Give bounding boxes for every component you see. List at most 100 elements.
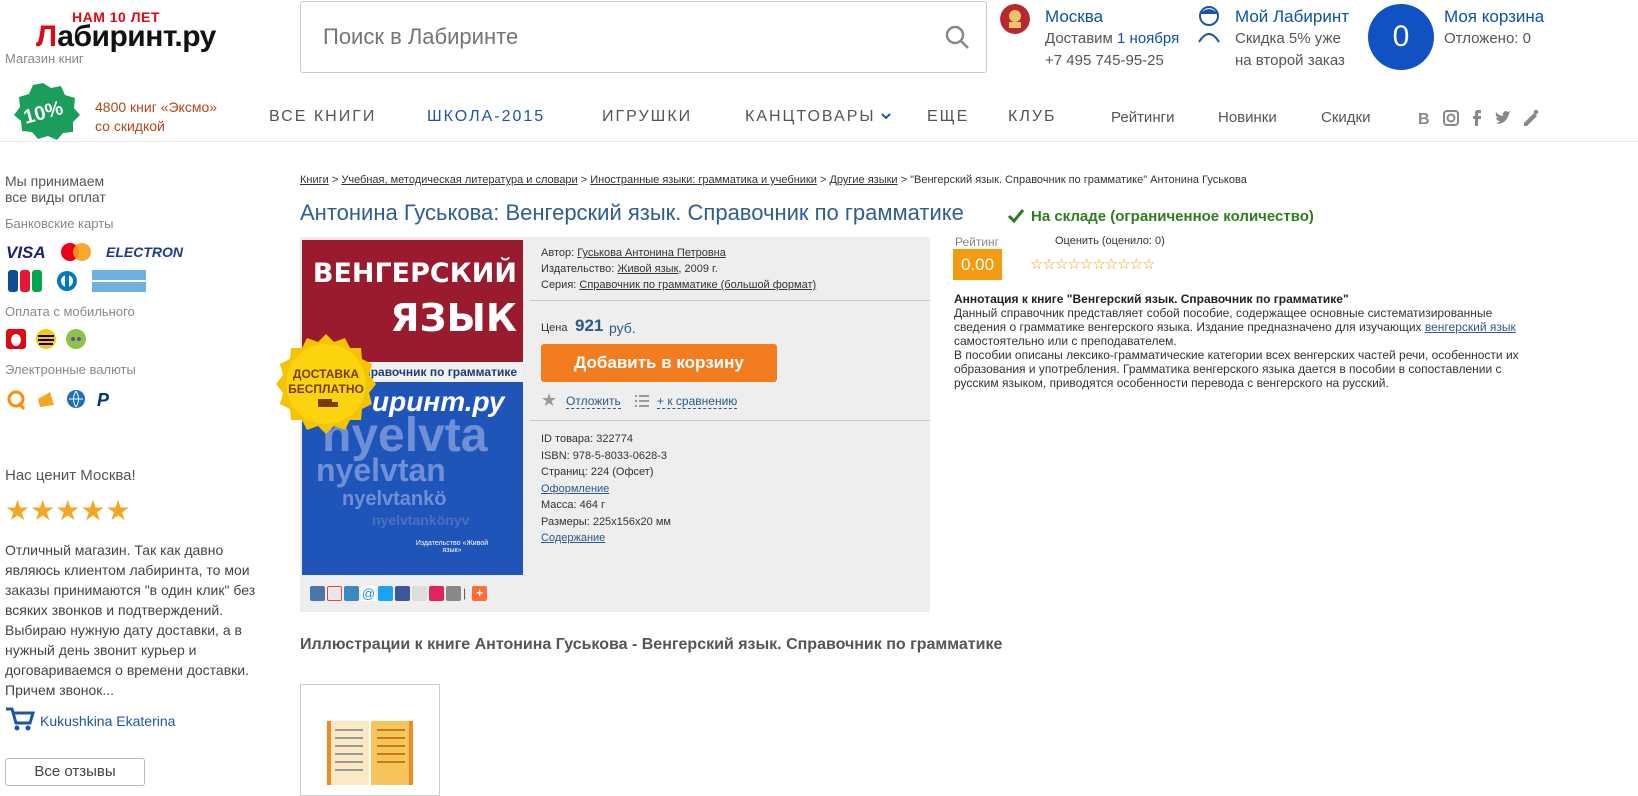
price-label: Цена bbox=[541, 322, 568, 334]
product-size: Размеры: 225x156x20 мм bbox=[541, 515, 671, 528]
logo-text: абиринт.ру bbox=[57, 20, 216, 53]
breadcrumb-current: "Венгерский язык. Справочник по граммати… bbox=[910, 174, 1247, 186]
seal-line1: ДОСТАВКА bbox=[293, 367, 359, 381]
cover-publisher: Издательство «Живой язык» bbox=[415, 540, 489, 554]
free-delivery-seal-icon: ДОСТАВКА БЕСПЛАТНО bbox=[276, 334, 376, 434]
compare-list-icon[interactable] bbox=[635, 394, 649, 407]
livejournal-share-icon[interactable] bbox=[327, 586, 342, 602]
rating-label: Рейтинг bbox=[955, 235, 1000, 249]
my-labirint-icon[interactable] bbox=[1195, 4, 1223, 44]
moscow-emblem-icon bbox=[1000, 4, 1030, 34]
product-weight: Масса: 464 г bbox=[541, 499, 606, 511]
add-to-cart-button[interactable]: Добавить в корзину bbox=[541, 344, 777, 382]
diners-club-icon bbox=[57, 271, 77, 291]
svg-text:B: B bbox=[1418, 111, 1430, 127]
star-icon: ★ bbox=[80, 495, 106, 526]
cart-count[interactable]: 0 bbox=[1368, 4, 1434, 70]
series-link[interactable]: Справочник по грамматике (большой формат… bbox=[579, 279, 816, 291]
design-link[interactable]: Оформление bbox=[541, 481, 671, 498]
postpone-link[interactable]: Отложить bbox=[566, 394, 621, 409]
nav-club[interactable]: КЛУБ bbox=[1008, 108, 1056, 126]
search-icon[interactable] bbox=[944, 24, 970, 50]
vk-icon[interactable]: B bbox=[1416, 109, 1434, 127]
illustrations-title: Иллюстрации к книге Антонина Гуськова - … bbox=[300, 636, 1003, 653]
logo-subtitle: Магазин книг bbox=[5, 51, 84, 66]
series-label: Серия: bbox=[541, 279, 577, 291]
site-logo[interactable]: Лабиринт.ру bbox=[36, 20, 216, 54]
seal-line2: БЕСПЛАТНО bbox=[288, 382, 364, 396]
nav-more[interactable]: ЕЩЕ bbox=[927, 108, 969, 126]
qiwi-icon bbox=[7, 390, 26, 410]
email-share-icon[interactable] bbox=[446, 586, 461, 602]
pen-icon[interactable] bbox=[1522, 109, 1540, 127]
breadcrumb-foreign-languages[interactable]: Иностранные языки: грамматика и учебники bbox=[590, 174, 817, 186]
favorites-share-icon[interactable] bbox=[429, 586, 444, 602]
my-labirint-link[interactable]: Мой Лабиринт bbox=[1235, 6, 1349, 28]
annotation-text: Данный справочник представляет собой пос… bbox=[954, 306, 1534, 390]
publisher-label: Издательство: bbox=[541, 263, 615, 275]
city-link[interactable]: Москва bbox=[1045, 6, 1179, 28]
author-link[interactable]: Гуськова Антонина Петровна bbox=[577, 247, 726, 259]
annotation-link[interactable]: венгерский язык bbox=[1425, 320, 1516, 334]
megafon-icon bbox=[66, 329, 86, 349]
cart-postponed[interactable]: Отложено: 0 bbox=[1444, 28, 1544, 50]
book-info: Автор: Гуськова Антонина Петровна Издате… bbox=[541, 245, 816, 293]
rate-stars[interactable]: ☆☆☆☆☆☆☆☆☆☆ bbox=[1030, 255, 1155, 273]
search-box bbox=[300, 1, 987, 73]
nav-sales[interactable]: Скидки bbox=[1321, 109, 1370, 126]
publisher-link[interactable]: Живой язык bbox=[617, 263, 678, 275]
instagram-icon[interactable] bbox=[1442, 109, 1460, 127]
nav-ratings[interactable]: Рейтинги bbox=[1111, 109, 1174, 126]
card-divider bbox=[530, 420, 930, 421]
postpone-star-icon[interactable]: ★ bbox=[541, 390, 557, 411]
breadcrumb-books[interactable]: Книги bbox=[300, 174, 329, 186]
delivery-date[interactable]: 1 ноября bbox=[1117, 30, 1179, 47]
breadcrumb-separator: > bbox=[897, 174, 911, 186]
rating-value: 0.00 bbox=[953, 249, 1002, 280]
twitter-icon[interactable] bbox=[1494, 109, 1512, 127]
contents-link[interactable]: Содержание bbox=[541, 530, 671, 547]
chevron-down-icon bbox=[880, 113, 891, 120]
illustration-thumbnail[interactable] bbox=[300, 684, 440, 796]
stock-status: На складе (ограниченное количество) bbox=[1031, 208, 1314, 225]
rate-label: Оценить (оценило: 0) bbox=[1055, 235, 1165, 247]
delivery-prefix: Доставим bbox=[1045, 30, 1113, 47]
cover-watermark: nyelvtan bbox=[316, 452, 446, 488]
odnoklassniki-share-icon[interactable] bbox=[412, 586, 427, 602]
breadcrumb: Книги > Учебная, методическая литература… bbox=[300, 174, 1247, 186]
breadcrumb-other-languages[interactable]: Другие языки bbox=[829, 174, 897, 186]
discount-badge-icon[interactable]: 10% bbox=[6, 82, 80, 140]
more-share-icon[interactable]: + bbox=[472, 586, 488, 602]
payment-heading-line2: все виды оплат bbox=[5, 189, 106, 205]
nav-stationery[interactable]: КАНЦТОВАРЫ bbox=[745, 108, 892, 126]
promo-text[interactable]: 4800 книг «Эксмо» со скидкой bbox=[95, 98, 217, 136]
electron-icon: ELECTRON bbox=[106, 244, 183, 260]
twitter-share-icon[interactable] bbox=[378, 586, 393, 602]
product-title: Антонина Гуськова: Венгерский язык. Спра… bbox=[300, 200, 964, 225]
nav-school[interactable]: ШКОЛА-2015 bbox=[427, 108, 545, 126]
nav-new[interactable]: Новинки bbox=[1218, 109, 1277, 126]
visa-icon: VISA bbox=[6, 243, 46, 262]
all-reviews-button[interactable]: Все отзывы bbox=[5, 758, 145, 786]
e-currency-caption: Электронные валюты bbox=[5, 362, 136, 377]
price-currency: руб. bbox=[609, 320, 636, 336]
search-input[interactable] bbox=[301, 2, 901, 72]
nav-all-books[interactable]: ВСЕ КНИГИ bbox=[269, 108, 376, 126]
facebook-share-icon[interactable] bbox=[395, 586, 410, 602]
promo-line2: со скидкой bbox=[95, 118, 165, 134]
reviewer-name[interactable]: Kukushkina Ekaterina bbox=[40, 713, 175, 729]
breadcrumb-educational[interactable]: Учебная, методическая литература и слова… bbox=[341, 174, 577, 186]
compare-link[interactable]: + к сравнению bbox=[657, 394, 738, 409]
share-bar: @ | + bbox=[310, 586, 489, 602]
mailru-share-icon[interactable]: @ bbox=[361, 586, 376, 602]
nav-stationery-label: КАНЦТОВАРЫ bbox=[745, 108, 876, 125]
cart-link[interactable]: Моя корзина bbox=[1444, 6, 1544, 28]
product-pages: Страниц: 224 (Офсет) bbox=[541, 466, 654, 478]
vk-share-icon[interactable] bbox=[310, 586, 325, 602]
star-icon: ★ bbox=[55, 495, 81, 526]
facebook-icon[interactable] bbox=[1468, 109, 1486, 127]
annotation-part3: В пособии описаны лексико-грамматические… bbox=[954, 348, 1519, 390]
blog-share-icon[interactable] bbox=[344, 586, 359, 602]
nav-toys[interactable]: ИГРУШКИ bbox=[602, 108, 692, 126]
cover-title: Венгерский язык bbox=[302, 252, 517, 340]
